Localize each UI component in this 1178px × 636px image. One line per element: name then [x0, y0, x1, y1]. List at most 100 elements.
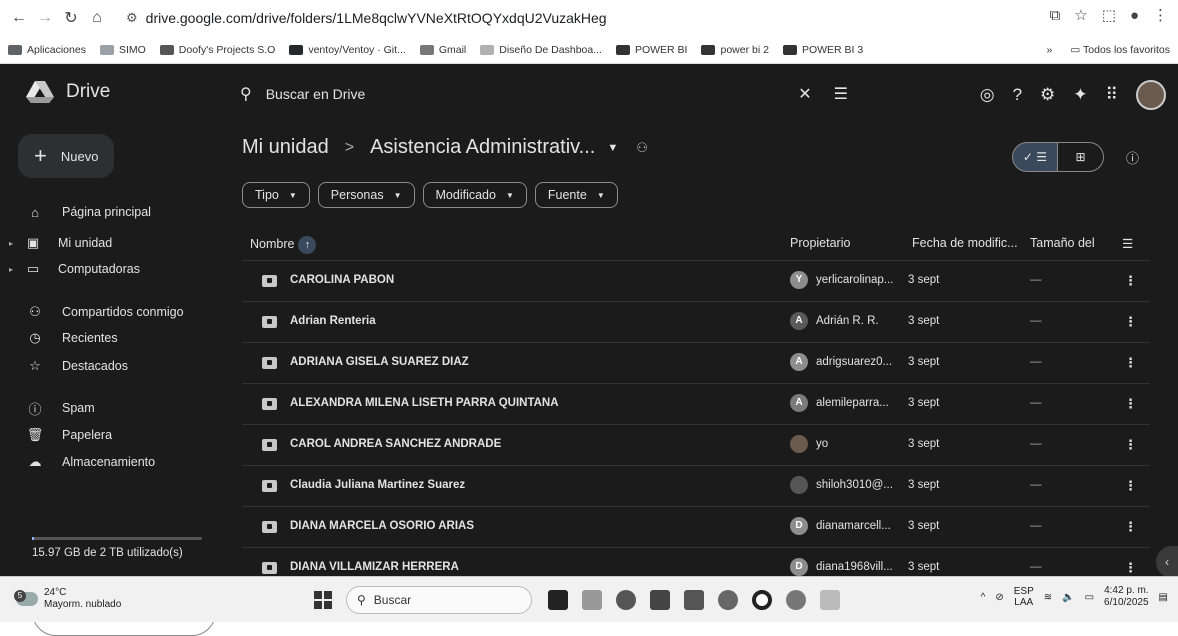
battery-icon[interactable]: ▭	[1085, 592, 1094, 603]
gemini-sparkle-icon[interactable]: ✦	[1073, 85, 1087, 105]
apps-grid-icon[interactable]: ⠿	[1106, 85, 1118, 105]
taskbar-search[interactable]: ⚲ Buscar	[346, 586, 532, 614]
back-icon[interactable]: ←	[6, 5, 32, 31]
network-app-icon[interactable]	[820, 590, 840, 610]
notifications-icon[interactable]: ▤	[1159, 592, 1168, 603]
sidebar-item-recientes[interactable]: ◷ Recientes	[0, 327, 228, 349]
sidebar-item-spam[interactable]: ⓘ Spam	[0, 397, 228, 419]
filter-chip-fuente[interactable]: Fuente ▼	[534, 182, 618, 208]
clock[interactable]: 4:42 p. m. 6/10/2025	[1104, 585, 1149, 609]
help-icon[interactable]: ?	[1013, 85, 1022, 105]
expand-arrow-icon[interactable]: ▸	[6, 239, 16, 248]
address-bar[interactable]: ⚙ drive.google.com/drive/folders/1LMe8qc…	[126, 6, 607, 30]
chrome-icon[interactable]	[718, 590, 738, 610]
sidebar-item-mi-unidad[interactable]: ▸ ▣ Mi unidad	[0, 232, 228, 254]
more-actions-icon[interactable]: ⋮	[1124, 355, 1137, 371]
bookmark-star-icon[interactable]: ☆	[1074, 6, 1087, 24]
more-actions-icon[interactable]: ⋮	[1124, 478, 1137, 494]
browser-menu-icon[interactable]: ⋮	[1153, 6, 1168, 24]
bookmark-item[interactable]: Gmail	[419, 44, 466, 56]
windows-start-icon[interactable]	[314, 591, 332, 609]
opera-icon[interactable]	[752, 590, 772, 610]
account-avatar[interactable]	[1136, 80, 1166, 110]
column-size[interactable]: Tamaño del	[1030, 236, 1095, 250]
sidebar-item-papelera[interactable]: 🗑 Papelera	[0, 424, 228, 446]
more-actions-icon[interactable]: ⋮	[1124, 314, 1137, 330]
file-name[interactable]: CAROLINA PABON	[290, 274, 394, 286]
sidebar-item-destacados[interactable]: ☆ Destacados	[0, 355, 228, 377]
filter-chip-modificado[interactable]: Modificado ▼	[422, 182, 527, 208]
clear-search-icon[interactable]: ✕	[798, 84, 811, 104]
sidebar-item-compartidos-conmigo[interactable]: ⚇ Compartidos conmigo	[0, 301, 228, 323]
table-row[interactable]: Claudia Juliana Martinez Suarez shiloh301…	[242, 465, 1150, 506]
file-name[interactable]: CAROL ANDREA SANCHEZ ANDRADE	[290, 438, 501, 450]
filter-chip-personas[interactable]: Personas ▼	[317, 182, 415, 208]
shared-folder-icon[interactable]: ⚇	[636, 140, 648, 156]
offline-status-icon[interactable]: ◎	[980, 85, 995, 105]
bookmark-item[interactable]: Aplicaciones	[8, 44, 86, 56]
bookmark-item[interactable]: power bi 2	[701, 44, 769, 56]
word-icon[interactable]	[650, 590, 670, 610]
task-view-icon[interactable]	[548, 590, 568, 610]
new-button[interactable]: + Nuevo	[18, 134, 114, 178]
sidebar-item-computadoras[interactable]: ▸ ▭ Computadoras	[0, 258, 228, 280]
bookmark-item[interactable]: ventoy/Ventoy · Git...	[289, 44, 406, 56]
extensions-icon[interactable]: ⬚	[1102, 6, 1116, 24]
forward-icon[interactable]: →	[32, 5, 58, 31]
file-name[interactable]: Adrian Renteria	[290, 315, 376, 327]
file-name[interactable]: DIANA VILLAMIZAR HERRERA	[290, 561, 459, 573]
bookmark-item[interactable]: SIMO	[99, 44, 146, 56]
sort-options-icon[interactable]: ☰	[1122, 236, 1133, 251]
url-text[interactable]: drive.google.com/drive/folders/1LMe8qclw…	[146, 10, 607, 26]
more-actions-icon[interactable]: ⋮	[1124, 396, 1137, 412]
all-bookmarks-folder[interactable]: ▭ Todos los favoritos	[1070, 44, 1170, 56]
expand-arrow-icon[interactable]: ▸	[6, 265, 16, 274]
folder-menu-caret-icon[interactable]: ▼	[607, 142, 618, 154]
reload-icon[interactable]: ↻	[58, 5, 84, 31]
search-filter-icon[interactable]: ☰	[834, 84, 848, 104]
search-input[interactable]: Buscar en Drive	[266, 86, 366, 102]
tray-overflow-icon[interactable]: ^	[981, 592, 986, 603]
bookmark-item[interactable]: POWER BI	[615, 44, 687, 56]
excel-icon[interactable]	[684, 590, 704, 610]
sort-ascending-icon[interactable]: ↑	[298, 236, 317, 254]
more-actions-icon[interactable]: ⋮	[1124, 519, 1137, 535]
bookmark-item[interactable]: Diseño De Dashboa...	[480, 44, 602, 56]
file-name[interactable]: ADRIANA GISELA SUAREZ DIAZ	[290, 356, 469, 368]
cast-icon[interactable]: ⧉	[1050, 7, 1061, 24]
weather-widget[interactable]: 5 24°C Mayorm. nublado	[14, 587, 121, 611]
details-info-icon[interactable]: ⓘ	[1126, 148, 1139, 167]
breadcrumb-root[interactable]: Mi unidad	[242, 136, 329, 159]
column-owner[interactable]: Propietario	[790, 236, 850, 250]
list-view-button[interactable]: ✓ ☰	[1012, 142, 1058, 172]
file-name[interactable]: ALEXANDRA MILENA LISETH PARRA QUINTANA	[290, 397, 559, 409]
table-row[interactable]: Adrian Renteria A Adrián R. R. 3 sept — ⋮	[242, 301, 1150, 342]
sidebar-item-almacenamiento[interactable]: ☁ Almacenamiento	[0, 451, 228, 473]
volume-icon[interactable]: 🔈	[1062, 592, 1074, 603]
language-indicator[interactable]: ESP LAA	[1014, 586, 1034, 608]
table-row[interactable]: ALEXANDRA MILENA LISETH PARRA QUINTANA Aa…	[242, 383, 1150, 424]
table-row[interactable]: ADRIANA GISELA SUAREZ DIAZ Aadrigsuarez0.…	[242, 342, 1150, 383]
column-name[interactable]: Nombre ↑	[250, 236, 317, 254]
bookmark-item[interactable]: Doofy's Projects S.O	[159, 44, 275, 56]
drive-search-box[interactable]: ⚲ Buscar en Drive ✕ ☰	[228, 74, 868, 114]
drive-logo[interactable]: Drive	[26, 80, 110, 104]
more-actions-icon[interactable]: ⋮	[1124, 560, 1137, 576]
filter-chip-tipo[interactable]: Tipo ▼	[242, 182, 310, 208]
search-icon[interactable]: ⚲	[240, 84, 252, 104]
table-row[interactable]: CAROL ANDREA SANCHEZ ANDRADE yo 3 sept — ⋮	[242, 424, 1150, 465]
column-modified[interactable]: Fecha de modific...	[912, 236, 1018, 250]
file-name[interactable]: Claudia Juliana Martinez Suarez	[290, 479, 465, 491]
grid-view-button[interactable]: ⊞	[1058, 142, 1104, 172]
file-name[interactable]: DIANA MARCELA OSORIO ARIAS	[290, 520, 474, 532]
firefox-icon[interactable]	[786, 590, 806, 610]
file-explorer-icon[interactable]	[582, 590, 602, 610]
settings-icon[interactable]: ⚙	[1040, 85, 1055, 105]
wifi-icon[interactable]: ≋	[1044, 592, 1052, 603]
tray-app-icon[interactable]: ⊘	[995, 592, 1003, 603]
bookmarks-overflow[interactable]: »	[1047, 44, 1053, 56]
more-actions-icon[interactable]: ⋮	[1124, 273, 1137, 289]
bookmark-item[interactable]: POWER BI 3	[782, 44, 863, 56]
more-actions-icon[interactable]: ⋮	[1124, 437, 1137, 453]
table-row[interactable]: DIANA MARCELA OSORIO ARIAS Ddianamarcell.…	[242, 506, 1150, 547]
